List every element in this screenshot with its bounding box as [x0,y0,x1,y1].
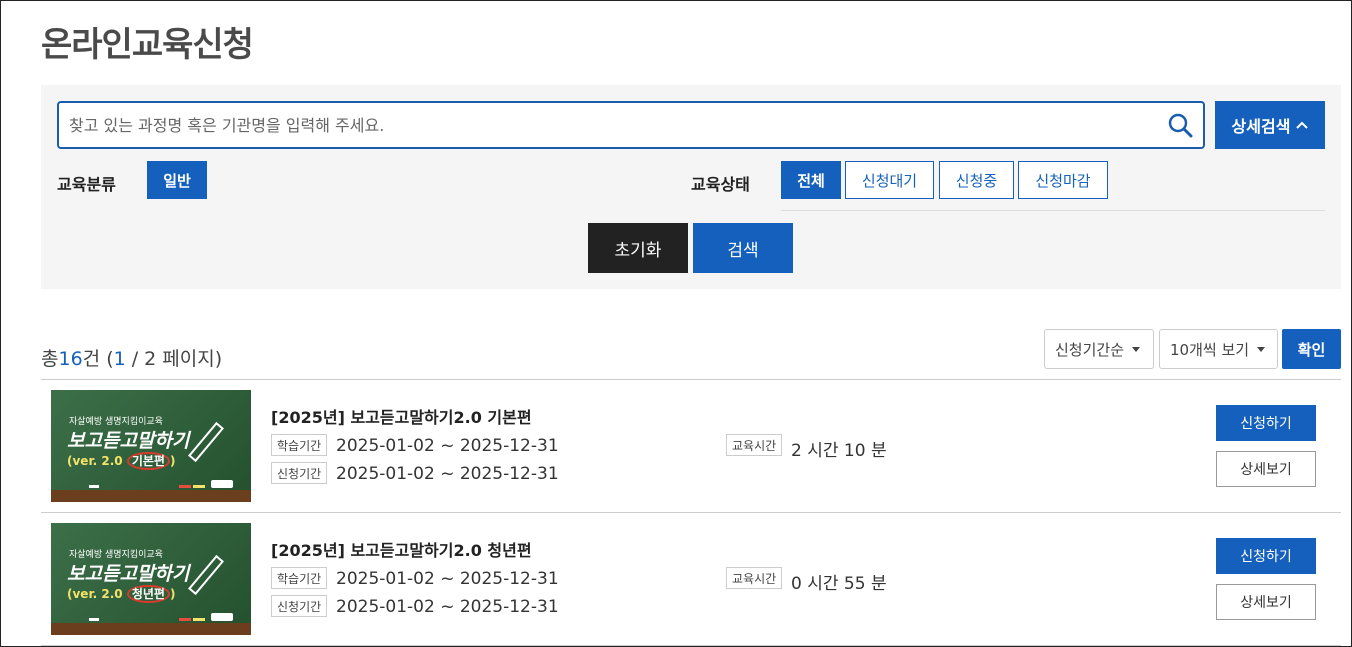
caret-down-icon [1257,346,1266,352]
chalk-ledge [51,623,251,635]
reset-button[interactable]: 초기화 [588,223,688,273]
apply-button[interactable]: 신청하기 [1216,538,1316,574]
search-panel: 상세검색 교육분류 일반 교육상태 전체 신청대기 신청중 신청마감 초기화 검… [41,85,1341,289]
apply-button[interactable]: 신청하기 [1216,405,1316,441]
chalk-icon [193,618,205,621]
thumb-version: (ver. 2.0 기본편) [67,452,176,470]
category-chip-general[interactable]: 일반 [147,161,207,199]
chevron-up-icon [1296,121,1309,129]
thumb-version-text: (ver. 2.0 [67,587,127,601]
page-current: 1 [113,348,126,370]
chalk-icon [179,485,191,488]
status-chip-open[interactable]: 신청중 [939,161,1014,199]
apply-period: 2025-01-02 ~ 2025-12-31 [336,597,559,617]
eraser-icon [211,613,233,621]
status-chip-closed[interactable]: 신청마감 [1018,161,1108,199]
thumb-edition: 기본편 [126,452,170,470]
page-size-select-value: 10개씩 보기 [1170,340,1250,359]
page-rest: / 2 페이지) [125,348,223,370]
thumb-version-end: ) [169,587,176,601]
course-title[interactable]: [2025년] 보고듣고말하기2.0 기본편 [271,404,532,428]
search-box[interactable] [57,101,1205,149]
chalk-icon [193,485,205,488]
category-label: 교육분류 [57,175,116,194]
chalk-icon [89,485,99,488]
apply-period-tag: 신청기간 [271,595,328,617]
edu-time: 0 시간 55 분 [791,574,887,594]
study-period: 2025-01-02 ~ 2025-12-31 [336,436,559,456]
chalk-icon [89,618,99,621]
search-input[interactable] [69,103,1159,147]
edu-time-tag: 교육시간 [726,434,783,456]
status-chip-all[interactable]: 전체 [781,161,841,199]
detail-button[interactable]: 상세보기 [1216,584,1316,620]
advanced-search-label: 상세검색 [1231,117,1291,136]
eraser-icon [211,480,233,488]
thumb-edition: 청년편 [126,585,170,603]
thumb-version-end: ) [169,454,176,468]
study-period-tag: 학습기간 [271,434,328,456]
sort-select[interactable]: 신청기간순 [1044,329,1154,369]
advanced-search-button[interactable]: 상세검색 [1215,101,1325,149]
search-button[interactable]: 검색 [693,223,793,273]
edu-time-tag: 교육시간 [726,567,783,589]
status-chip-waiting[interactable]: 신청대기 [845,161,934,199]
apply-period-tag: 신청기간 [271,462,328,484]
course-item: 자살예방 생명지킴이교육 보고듣고말하기 (ver. 2.0 청년편) [202… [41,513,1341,646]
search-icon[interactable] [1167,112,1193,138]
edu-time: 2 시간 10 분 [791,441,887,461]
page-title: 온라인교육신청 [41,25,254,65]
sort-select-value: 신청기간순 [1055,340,1125,359]
detail-button[interactable]: 상세보기 [1216,451,1316,487]
chalk-ledge [51,490,251,502]
chalk-icon [179,618,191,621]
filter-divider [781,210,1325,211]
thumb-version: (ver. 2.0 청년편) [67,585,176,603]
total-prefix: 총 [41,348,59,370]
thumb-title: 보고듣고말하기 [67,430,190,452]
page-size-select[interactable]: 10개씩 보기 [1159,329,1278,369]
course-item: 자살예방 생명지킴이교육 보고듣고말하기 (ver. 2.0 기본편) [202… [41,380,1341,513]
status-label: 교육상태 [691,175,750,194]
course-thumbnail[interactable]: 자살예방 생명지킴이교육 보고듣고말하기 (ver. 2.0 청년편) [51,523,251,635]
total-count: 16 [58,348,83,370]
course-thumbnail[interactable]: 자살예방 생명지킴이교육 보고듣고말하기 (ver. 2.0 기본편) [51,390,251,502]
course-title[interactable]: [2025년] 보고듣고말하기2.0 청년편 [271,537,532,561]
total-suffix: 건 ( [82,348,114,370]
study-period: 2025-01-02 ~ 2025-12-31 [336,569,559,589]
result-count: 총16건 (1 / 2 페이지) [41,344,222,371]
study-period-tag: 학습기간 [271,567,328,589]
apply-period: 2025-01-02 ~ 2025-12-31 [336,464,559,484]
thumb-version-text: (ver. 2.0 [67,454,127,468]
confirm-button[interactable]: 확인 [1282,329,1341,369]
caret-down-icon [1132,346,1141,352]
thumb-title: 보고듣고말하기 [67,563,190,585]
